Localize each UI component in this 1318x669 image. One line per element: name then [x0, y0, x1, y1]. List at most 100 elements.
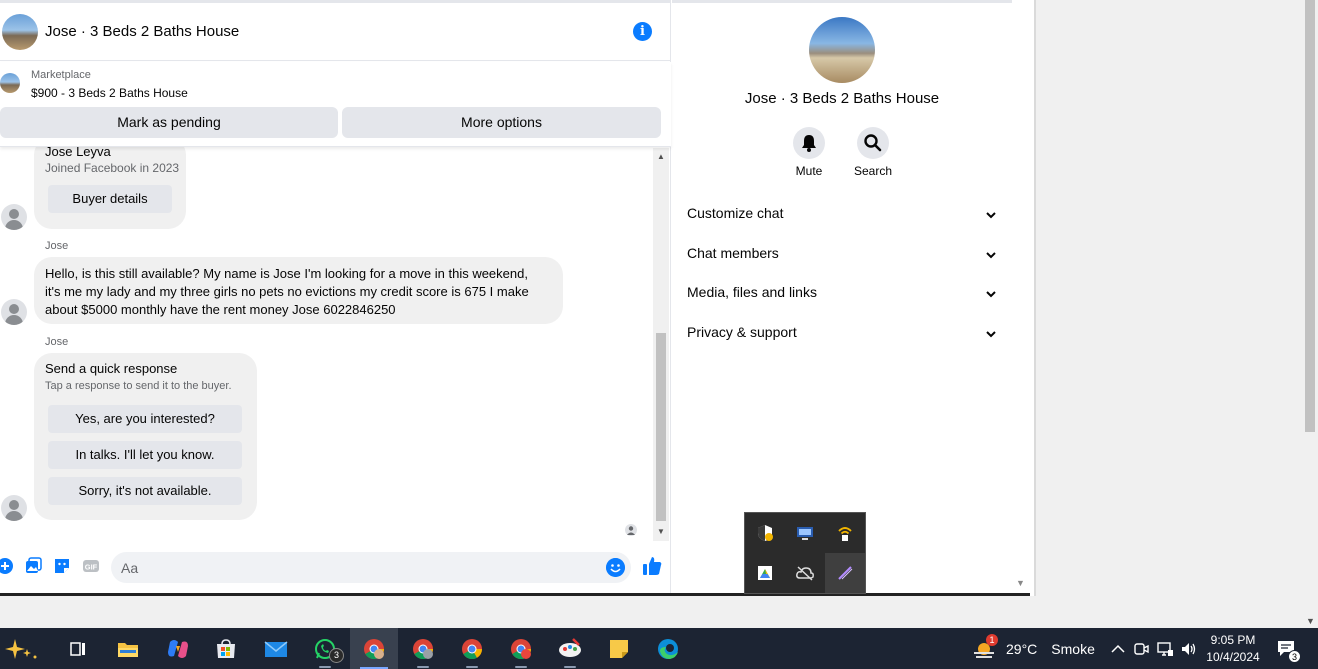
sticker-icon[interactable]	[53, 557, 71, 575]
chrome-active-icon[interactable]	[350, 628, 398, 669]
chat-avatar[interactable]	[2, 14, 38, 50]
message-input[interactable]	[111, 552, 591, 583]
whatsapp-badge: 3	[329, 648, 344, 663]
message-list: Jose Leyva Joined Facebook in 2023 Buyer…	[0, 147, 652, 543]
page-scrollbar[interactable]: ▼	[1302, 0, 1318, 628]
scroll-up-arrow-icon[interactable]: ▲	[657, 152, 665, 161]
quick-response-title: Send a quick response	[45, 361, 178, 376]
section-label: Chat members	[687, 245, 779, 261]
listing-thumbnail[interactable]	[0, 73, 20, 93]
sender-avatar[interactable]	[1, 495, 27, 521]
tray-security-icon[interactable]	[745, 513, 785, 553]
frame-edge	[1012, 0, 1036, 598]
section-label: Privacy & support	[687, 324, 797, 340]
whatsapp-icon[interactable]: 3	[301, 628, 349, 669]
gif-icon[interactable]: GIF	[82, 557, 100, 575]
seen-avatar-icon	[625, 524, 637, 536]
quick-response-not-available-button[interactable]: Sorry, it's not available.	[48, 477, 242, 505]
chevron-down-icon	[986, 291, 996, 298]
chat-scrollbar[interactable]: ▲ ▼	[653, 148, 669, 541]
message-line: it's me my lady and my three girls no pe…	[45, 284, 529, 299]
message-line: Hello, is this still available? My name …	[45, 266, 528, 281]
more-options-button[interactable]: More options	[342, 107, 661, 138]
weather-temperature: 29°C	[1006, 640, 1038, 657]
thumbs-up-icon[interactable]	[642, 556, 662, 576]
marketplace-listing-bar: Marketplace $900 - 3 Beds 2 Baths House …	[0, 62, 671, 147]
weather-condition: Smoke	[1051, 640, 1095, 657]
sender-avatar[interactable]	[1, 299, 27, 325]
system-tray-overflow	[744, 512, 866, 594]
chevron-up-icon[interactable]	[1109, 640, 1127, 658]
page-scrollbar-thumb[interactable]	[1305, 0, 1315, 432]
weather-sun-icon: 1	[972, 633, 998, 661]
task-view-icon[interactable]	[54, 628, 102, 669]
sticky-notes-icon[interactable]	[595, 628, 643, 669]
message-bubble[interactable]: Hello, is this still available? My name …	[34, 257, 563, 324]
chat-members-section[interactable]: Chat members	[687, 245, 1000, 267]
chrome-user-icon[interactable]	[497, 628, 545, 669]
scroll-down-arrow-icon[interactable]: ▼	[657, 527, 665, 536]
tray-pen-icon[interactable]	[825, 553, 865, 593]
chat-scrollbar-thumb[interactable]	[656, 333, 666, 521]
network-icon[interactable]	[1156, 640, 1174, 658]
system-clock[interactable]: 9:05 PM 10/4/2024	[1198, 632, 1268, 666]
tray-cloud-off-icon[interactable]	[785, 553, 825, 593]
message-composer: GIF	[0, 543, 671, 593]
emoji-icon[interactable]	[606, 558, 625, 577]
clock-date: 10/4/2024	[1206, 650, 1260, 664]
volume-icon[interactable]	[1180, 640, 1198, 658]
search-label: Search	[853, 164, 893, 178]
buyer-details-button[interactable]: Buyer details	[48, 185, 172, 213]
weather-widget[interactable]: 1 29°C Smoke	[972, 628, 1095, 669]
file-explorer-icon[interactable]	[104, 628, 152, 669]
privacy-support-section[interactable]: Privacy & support	[687, 324, 1000, 346]
message-line: about $5000 monthly have the rent money …	[45, 302, 396, 317]
chevron-down-icon	[986, 252, 996, 259]
customize-chat-section[interactable]: Customize chat	[687, 205, 1000, 227]
sender-avatar[interactable]	[1, 204, 27, 230]
clock-time: 9:05 PM	[1210, 633, 1256, 647]
scroll-down-arrow-icon[interactable]: ▼	[1306, 616, 1315, 626]
page-footer-area	[0, 596, 1036, 628]
copilot-sparkle-icon[interactable]	[0, 628, 46, 669]
quick-response-subtitle: Tap a response to send it to the buyer.	[45, 380, 232, 392]
info-panel-name: Jose · 3 Beds 2 Baths House	[744, 90, 940, 107]
mute-button[interactable]	[793, 127, 825, 159]
mark-as-pending-button[interactable]: Mark as pending	[0, 107, 338, 138]
section-label: Customize chat	[687, 205, 784, 221]
section-label: Media, files and links	[687, 284, 817, 300]
edge-browser-icon[interactable]	[644, 628, 692, 669]
quick-response-yes-button[interactable]: Yes, are you interested?	[48, 405, 242, 433]
listing-price-title[interactable]: $900 - 3 Beds 2 Baths House	[31, 86, 188, 100]
buyer-profile-card: Jose Leyva Joined Facebook in 2023 Buyer…	[34, 147, 186, 229]
quick-response-card: Send a quick response Tap a response to …	[34, 353, 257, 520]
chat-title[interactable]: Jose · 3 Beds 2 Baths House	[45, 23, 239, 40]
page-background	[1036, 0, 1302, 628]
photo-icon[interactable]	[24, 557, 42, 575]
chat-header: Jose · 3 Beds 2 Baths House i	[0, 0, 671, 61]
paint-app-icon[interactable]	[546, 628, 594, 669]
mute-label: Mute	[795, 164, 823, 178]
chrome-icon[interactable]	[448, 628, 496, 669]
search-button[interactable]	[857, 127, 889, 159]
tray-google-drive-icon[interactable]	[745, 553, 785, 593]
microsoft-store-icon[interactable]	[202, 628, 250, 669]
chrome-profile-icon[interactable]	[399, 628, 447, 669]
tray-network-lock-icon[interactable]	[825, 513, 865, 553]
mail-icon[interactable]	[252, 628, 300, 669]
chat-info-panel: Jose · 3 Beds 2 Baths House Mute Search …	[672, 0, 1012, 593]
message-input-box[interactable]	[111, 552, 631, 583]
media-files-links-section[interactable]: Media, files and links	[687, 284, 1000, 306]
notification-count-badge: 3	[1288, 650, 1301, 663]
plus-icon[interactable]	[0, 557, 14, 575]
quick-response-in-talks-button[interactable]: In talks. I'll let you know.	[48, 441, 242, 469]
copilot-app-icon[interactable]	[154, 628, 202, 669]
search-icon	[864, 134, 882, 152]
chat-panel: Jose · 3 Beds 2 Baths House i Marketplac…	[0, 0, 671, 593]
listing-profile-photo[interactable]	[809, 17, 875, 83]
tray-display-icon[interactable]	[785, 513, 825, 553]
frame-scroll-arrow-icon[interactable]: ▼	[1016, 578, 1025, 588]
meet-now-icon[interactable]	[1132, 640, 1150, 658]
notification-center-button[interactable]: 3	[1276, 638, 1301, 663]
info-icon[interactable]: i	[633, 22, 652, 41]
